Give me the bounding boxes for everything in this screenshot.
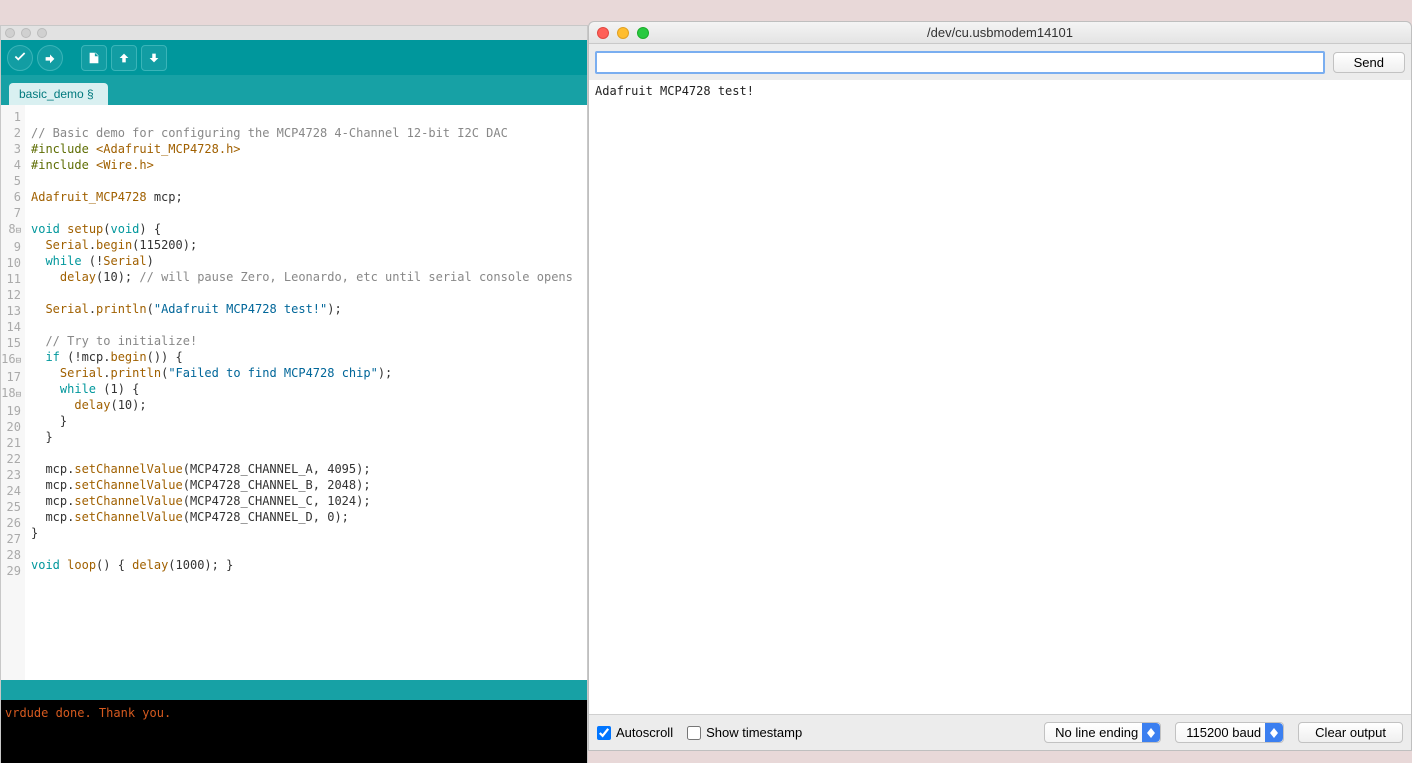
line-ending-select[interactable]: No line ending: [1044, 722, 1161, 743]
send-button[interactable]: Send: [1333, 52, 1405, 73]
ide-toolbar: [1, 40, 587, 75]
serial-input[interactable]: [595, 51, 1325, 74]
monitor-bottom-bar: Autoscroll Show timestamp No line ending…: [589, 714, 1411, 750]
minimize-icon[interactable]: [21, 28, 31, 38]
save-button[interactable]: [141, 45, 167, 71]
open-button[interactable]: [111, 45, 137, 71]
upload-button[interactable]: [37, 45, 63, 71]
clear-output-button[interactable]: Clear output: [1298, 722, 1403, 743]
arduino-ide-window: basic_demo § 12345678⊟910111213141516⊟17…: [0, 25, 588, 763]
ide-console: vrdude done. Thank you.: [1, 700, 587, 763]
maximize-icon[interactable]: [637, 27, 649, 39]
monitor-titlebar: /dev/cu.usbmodem14101: [589, 22, 1411, 44]
close-icon[interactable]: [5, 28, 15, 38]
maximize-icon[interactable]: [37, 28, 47, 38]
sketch-tab[interactable]: basic_demo §: [9, 83, 108, 105]
chevron-updown-icon: [1142, 723, 1160, 742]
minimize-icon[interactable]: [617, 27, 629, 39]
autoscroll-label: Autoscroll: [616, 725, 673, 740]
autoscroll-checkbox[interactable]: Autoscroll: [597, 725, 673, 740]
ide-tabbar: basic_demo §: [1, 75, 587, 105]
serial-output: Adafruit MCP4728 test!: [589, 80, 1411, 714]
close-icon[interactable]: [597, 27, 609, 39]
serial-monitor-window: /dev/cu.usbmodem14101 Send Adafruit MCP4…: [588, 21, 1412, 751]
code-editor[interactable]: 12345678⊟910111213141516⊟1718⊟1920212223…: [1, 105, 587, 680]
monitor-send-row: Send: [589, 44, 1411, 80]
verify-button[interactable]: [7, 45, 33, 71]
timestamp-label: Show timestamp: [706, 725, 802, 740]
ide-titlebar: [1, 26, 587, 40]
timestamp-checkbox[interactable]: Show timestamp: [687, 725, 802, 740]
code-body[interactable]: // Basic demo for configuring the MCP472…: [25, 105, 587, 680]
monitor-title: /dev/cu.usbmodem14101: [927, 25, 1073, 40]
ide-status-strip: [1, 680, 587, 700]
baud-rate-select[interactable]: 115200 baud: [1175, 722, 1284, 743]
line-gutter: 12345678⊟910111213141516⊟1718⊟1920212223…: [1, 105, 25, 680]
chevron-updown-icon: [1265, 723, 1283, 742]
new-button[interactable]: [81, 45, 107, 71]
